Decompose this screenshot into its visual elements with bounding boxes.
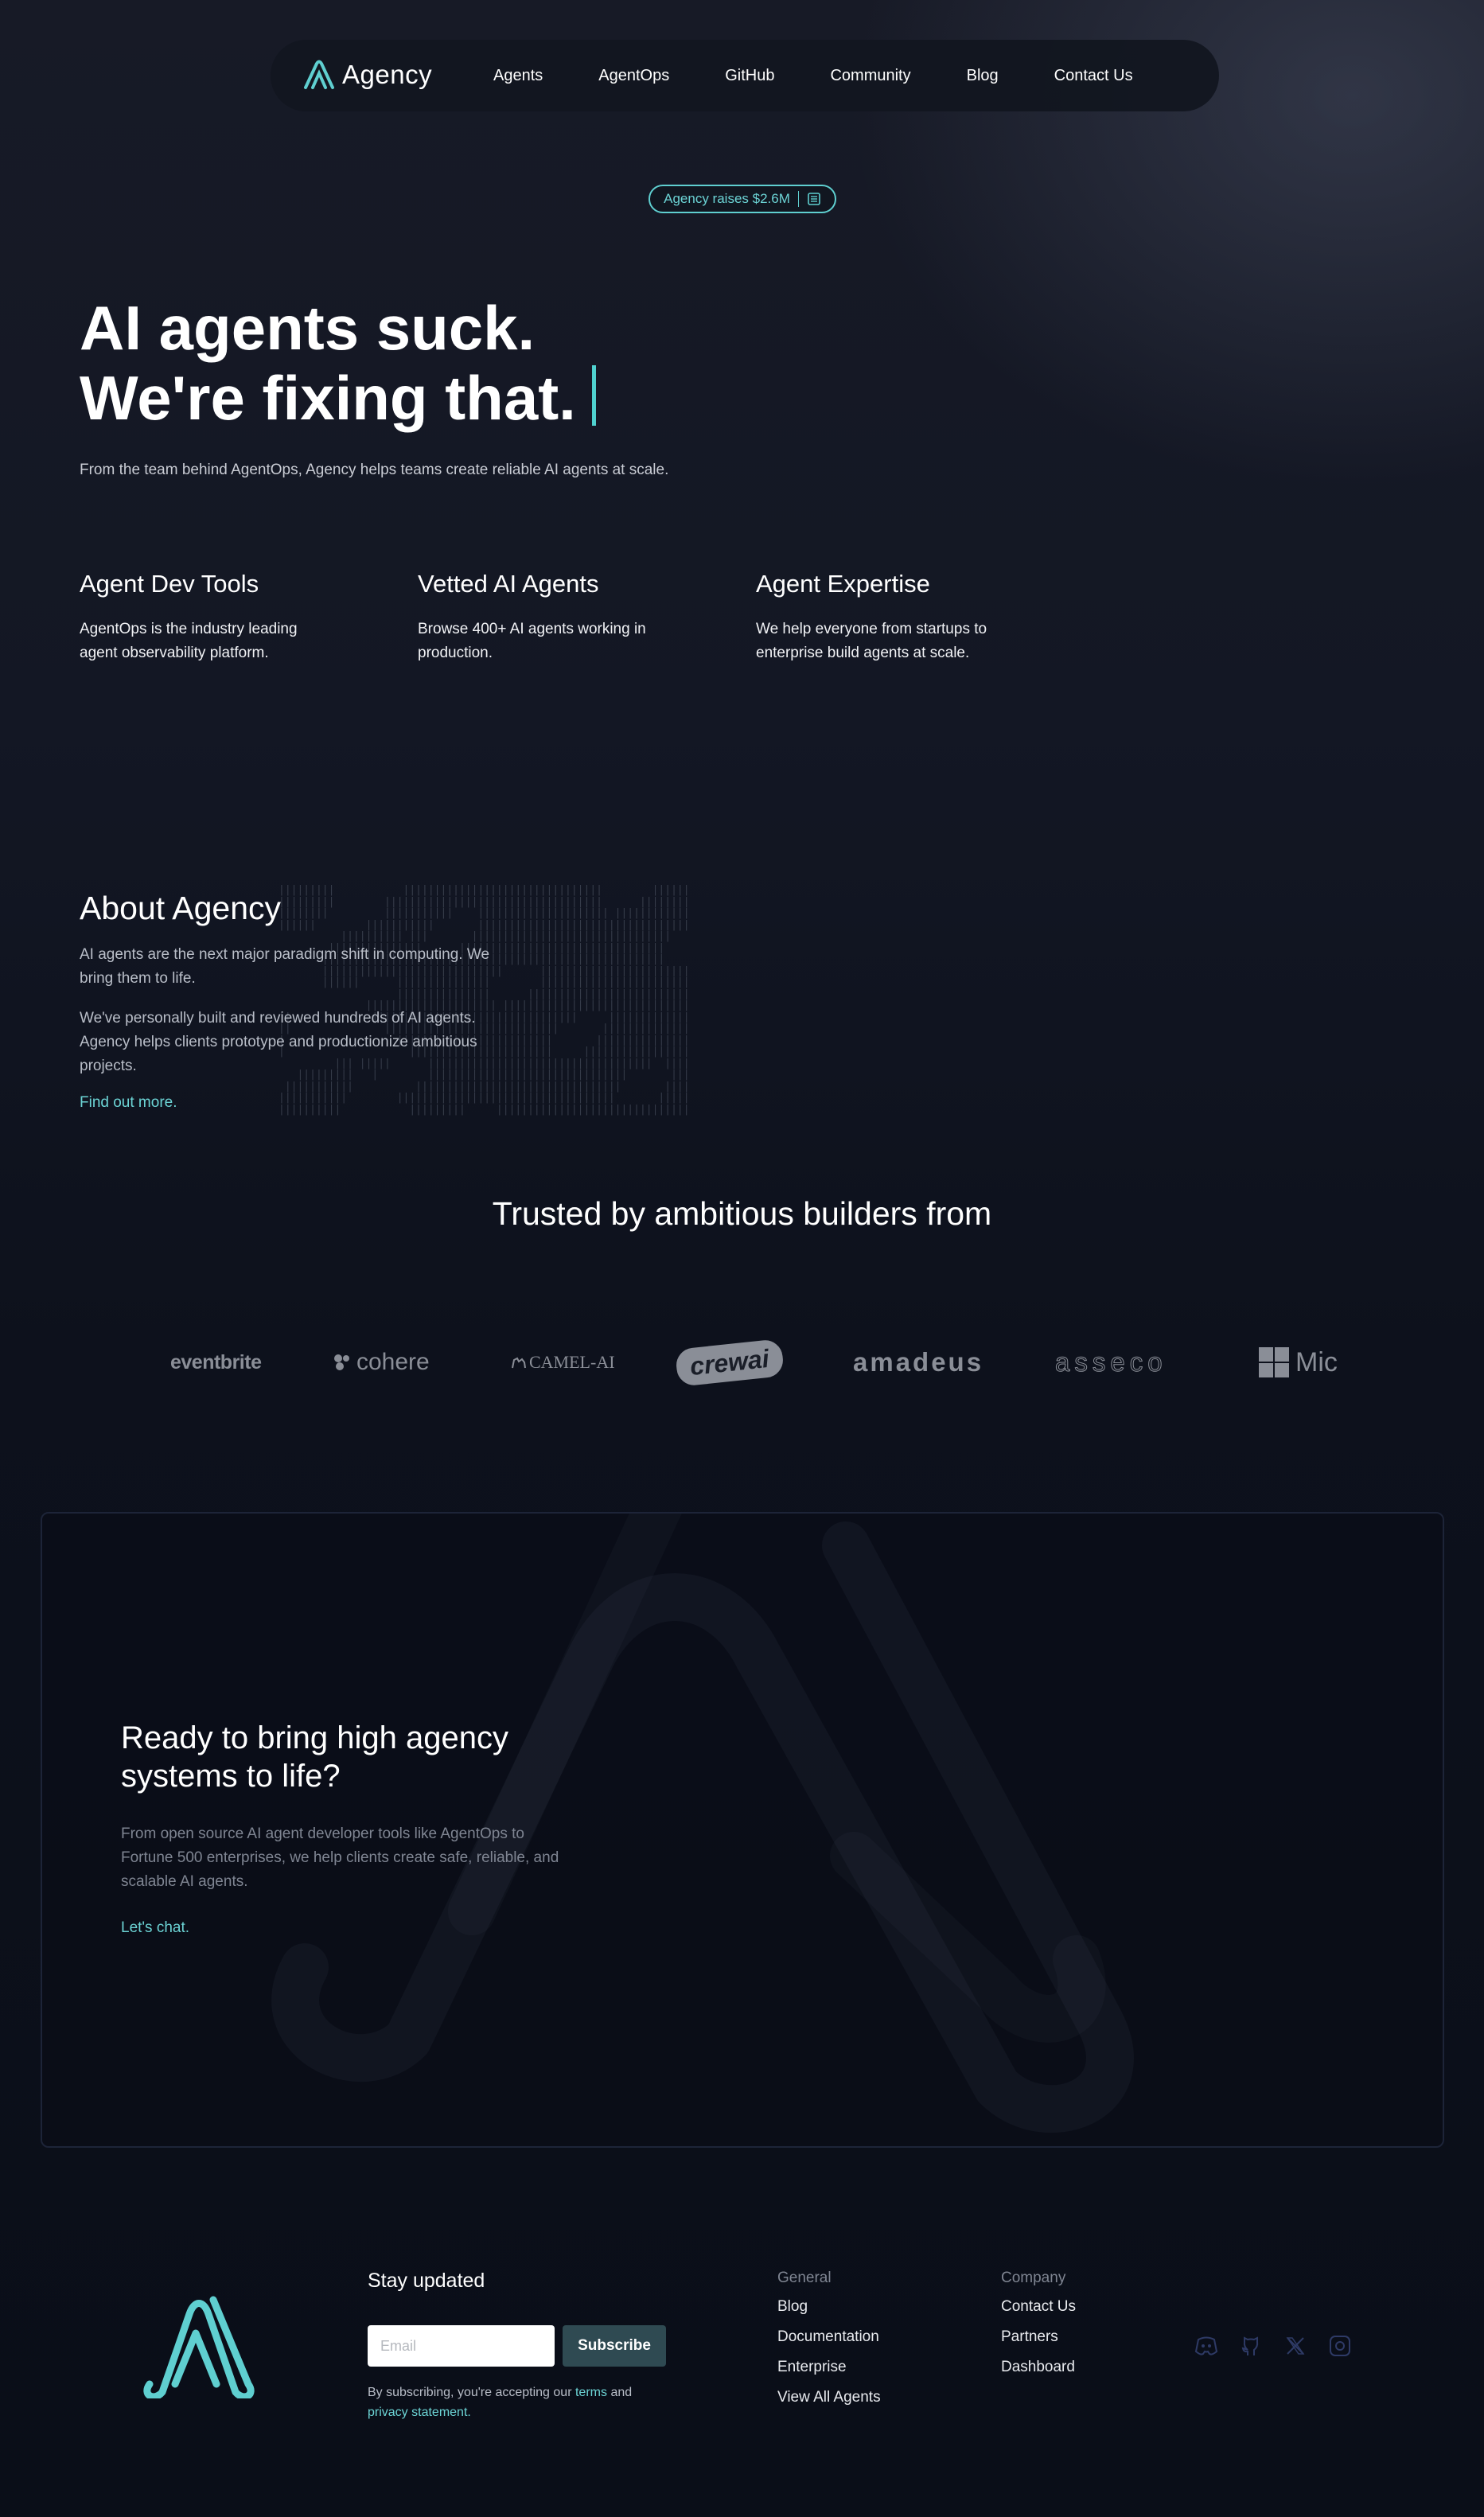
newsletter-title: Stay updated (368, 2270, 485, 2292)
cohere-logo: cohere (333, 1337, 430, 1388)
asseco-logo: asseco (1055, 1347, 1167, 1377)
amadeus-logo: amadeus (853, 1347, 984, 1377)
social-links (1194, 2333, 1353, 2359)
about-paragraph-2: We've personally built and reviewed hund… (80, 1010, 477, 1074)
partner-logos: eventbrite cohere CAMEL-AI crewai amadeu… (167, 1337, 1341, 1388)
discord-icon[interactable] (1194, 2333, 1219, 2359)
footer-link-partners[interactable]: Partners (1001, 2328, 1076, 2346)
nav-link-contact[interactable]: Contact Us (1054, 67, 1133, 85)
badge-divider (797, 191, 799, 207)
camel-icon (512, 1357, 526, 1369)
trusted-title: Trusted by ambitious builders from (492, 1195, 992, 1232)
cta-section: Ready to bring high agency systems to li… (121, 1719, 567, 1937)
subscribe-button[interactable]: Subscribe (563, 2325, 666, 2367)
feature-text: AgentOps is the industry leading agent o… (80, 621, 298, 661)
cta-title: Ready to bring high agency systems to li… (121, 1720, 508, 1794)
cohere-mark-icon (334, 1354, 349, 1370)
eventbrite-logo: eventbrite (170, 1350, 262, 1373)
footer-link-contact-us[interactable]: Contact Us (1001, 2298, 1076, 2316)
feature-title: Vetted AI Agents (418, 570, 599, 598)
cohere-wordmark: cohere (356, 1349, 430, 1375)
legal-and: and (610, 2386, 633, 2399)
camel-ai-logo: CAMEL-AI (511, 1337, 615, 1388)
hero-title-line1: AI agents suck. (80, 293, 536, 363)
brand-name: Agency (342, 60, 433, 89)
about-title: About Agency (80, 890, 282, 926)
find-out-more-link[interactable]: Find out more. (80, 1094, 177, 1111)
crewai-logo: crewai (674, 1337, 785, 1388)
footer-general-column: General Blog Documentation Enterprise Vi… (777, 2270, 881, 2419)
top-navbar: Agency Agents AgentOps GitHub Community … (271, 40, 1219, 111)
legal-prefix: By subscribing, you're accepting our (368, 2386, 572, 2399)
agency-logo-icon (143, 2296, 255, 2401)
instagram-icon[interactable] (1327, 2333, 1353, 2359)
feature-vetted-agents: Vetted AI Agents Browse 400+ AI agents w… (418, 570, 704, 665)
nav-link-agentops[interactable]: AgentOps (598, 67, 669, 85)
terms-link[interactable]: terms (575, 2386, 607, 2399)
feature-title: Agent Expertise (756, 570, 930, 598)
feature-dev-tools: Agent Dev Tools AgentOps is the industry… (80, 570, 366, 665)
footer-link-documentation[interactable]: Documentation (777, 2328, 881, 2346)
newsletter-legal: By subscribing, you're accepting our ter… (368, 2383, 702, 2422)
camel-ai-wordmark: CAMEL-AI (529, 1352, 615, 1372)
agency-logo-icon (304, 60, 334, 89)
privacy-link[interactable]: privacy statement. (368, 2406, 471, 2419)
hero-title-line2: We're fixing that. (80, 363, 576, 433)
newspaper-icon (808, 193, 820, 205)
nav-link-github[interactable]: GitHub (725, 67, 774, 85)
footer-link-dashboard[interactable]: Dashboard (1001, 2359, 1076, 2376)
hero-subtitle: From the team behind AgentOps, Agency he… (80, 462, 669, 478)
footer-link-blog[interactable]: Blog (777, 2298, 881, 2316)
nav-link-blog[interactable]: Blog (967, 67, 999, 85)
feature-text: Browse 400+ AI agents working in product… (418, 621, 646, 661)
footer-link-enterprise[interactable]: Enterprise (777, 2359, 881, 2376)
github-icon[interactable] (1238, 2333, 1264, 2359)
crewai-wordmark: crewai (674, 1338, 785, 1387)
x-icon[interactable] (1283, 2333, 1308, 2359)
lets-chat-link[interactable]: Let's chat. (121, 1919, 189, 1936)
brand-logo[interactable]: Agency (302, 59, 432, 91)
feature-title: Agent Dev Tools (80, 570, 259, 598)
funding-badge-text: Agency raises $2.6M (664, 191, 790, 206)
nav-link-agents[interactable]: Agents (493, 67, 543, 85)
nav-links: Agents AgentOps GitHub Community Blog Co… (493, 40, 1189, 111)
footer-company-heading: Company (1001, 2270, 1066, 2286)
email-input[interactable] (368, 2325, 555, 2367)
feature-text: We help everyone from startups to enterp… (756, 621, 987, 661)
about-paragraph-1: AI agents are the next major paradigm sh… (80, 946, 490, 987)
footer-logo[interactable] (137, 2290, 256, 2402)
microsoft-logo: Mic (1259, 1337, 1338, 1388)
microsoft-grid-icon (1259, 1347, 1289, 1377)
nav-link-community[interactable]: Community (830, 67, 910, 85)
typing-cursor (591, 365, 596, 426)
footer-general-heading: General (777, 2270, 832, 2286)
cta-text: From open source AI agent developer tool… (121, 1825, 559, 1890)
funding-badge[interactable]: Agency raises $2.6M (649, 185, 836, 213)
about-section: About Agency AI agents are the next majo… (80, 890, 525, 1112)
footer-link-view-all-agents[interactable]: View All Agents (777, 2389, 881, 2406)
hero-title: AI agents suck. We're fixing that. (80, 293, 596, 433)
feature-agent-expertise: Agent Expertise We help everyone from st… (756, 570, 1042, 665)
microsoft-wordmark: Mic (1295, 1346, 1338, 1377)
footer-company-column: Company Contact Us Partners Dashboard (1001, 2270, 1076, 2389)
